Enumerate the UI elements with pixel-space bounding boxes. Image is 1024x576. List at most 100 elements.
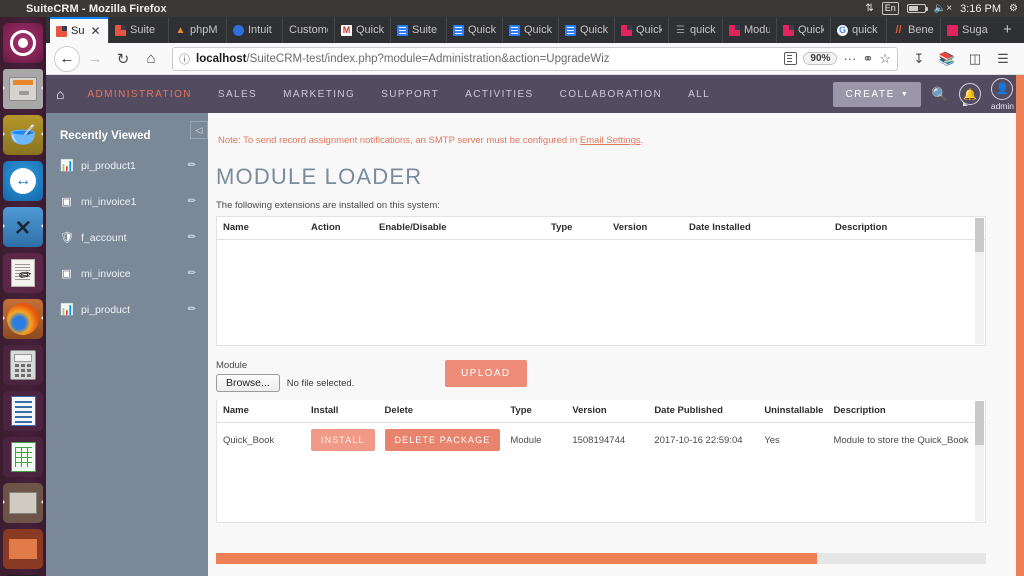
- site-info-icon[interactable]: ⓘ: [179, 51, 190, 67]
- home-icon[interactable]: ⌂: [138, 46, 164, 72]
- browser-tab[interactable]: Custome: [282, 17, 334, 43]
- home-icon[interactable]: ⌂: [56, 86, 64, 102]
- nav-item-administration[interactable]: ADMINISTRATION: [74, 89, 204, 100]
- pencil-icon[interactable]: ✏: [188, 268, 196, 279]
- col-version[interactable]: Version: [566, 400, 649, 423]
- hamburger-menu-icon[interactable]: ☰: [990, 46, 1016, 72]
- close-icon[interactable]: ✕: [90, 25, 100, 37]
- col-action[interactable]: Action: [305, 217, 373, 240]
- reload-icon[interactable]: ↻: [110, 46, 136, 72]
- browser-tab[interactable]: Quick: [614, 17, 668, 43]
- new-tab-button[interactable]: +: [996, 17, 1019, 43]
- vertical-scrollbar[interactable]: [975, 218, 984, 344]
- browser-tab[interactable]: Intuit: [226, 17, 282, 43]
- install-button[interactable]: INSTALL: [311, 429, 375, 451]
- browser-tab[interactable]: ☰ quick: [668, 17, 722, 43]
- nav-item-support[interactable]: SUPPORT: [368, 89, 452, 100]
- launcher-item-libreoffice-calc[interactable]: [3, 437, 43, 477]
- download-icon[interactable]: ↧: [906, 46, 932, 72]
- launcher-item-vscode[interactable]: ⨯: [3, 207, 43, 247]
- nav-item-sales[interactable]: SALES: [205, 89, 270, 100]
- col-name[interactable]: Name: [217, 217, 305, 240]
- browser-tab[interactable]: Quick: [446, 17, 502, 43]
- battery-icon[interactable]: [906, 4, 928, 13]
- browser-tab[interactable]: // Bene: [886, 17, 940, 43]
- launcher-item-orange-app[interactable]: [3, 529, 43, 569]
- launcher-item-calculator[interactable]: [3, 345, 43, 385]
- sidebar-icon[interactable]: ◫: [962, 46, 988, 72]
- nav-item-activities[interactable]: ACTIVITIES: [452, 89, 546, 100]
- horizontal-scrollbar-thumb[interactable]: [216, 553, 817, 564]
- pencil-icon[interactable]: ✏: [188, 196, 196, 207]
- col-type[interactable]: Type: [504, 400, 567, 423]
- col-description[interactable]: Description: [827, 400, 985, 423]
- browser-tab[interactable]: Quick: [776, 17, 830, 43]
- zoom-level-badge[interactable]: 90%: [803, 52, 838, 65]
- browser-tab[interactable]: Quick: [558, 17, 614, 43]
- browser-tab[interactable]: Suite: [108, 17, 168, 43]
- launcher-item-genymotion[interactable]: 🥣: [3, 115, 43, 155]
- delete-package-button[interactable]: DELETE PACKAGE: [384, 429, 501, 451]
- launcher-item-image-viewer[interactable]: [3, 483, 43, 523]
- col-type[interactable]: Type: [545, 217, 607, 240]
- email-settings-link[interactable]: Email Settings: [580, 135, 641, 146]
- volume-muted-icon[interactable]: 🔈×: [934, 3, 952, 14]
- launcher-item-files[interactable]: [3, 69, 43, 109]
- sidebar-collapse-button[interactable]: ◁: [190, 121, 208, 139]
- pencil-icon[interactable]: ✏: [188, 160, 196, 171]
- pencil-icon[interactable]: ✏: [188, 304, 196, 315]
- sidebar-item-f-account[interactable]: 🛡 f_account ✏: [46, 225, 208, 250]
- browser-tab[interactable]: Su ✕: [50, 17, 108, 43]
- upload-button[interactable]: UPLOAD: [445, 360, 527, 387]
- nav-item-marketing[interactable]: MARKETING: [270, 89, 368, 100]
- vertical-scrollbar[interactable]: [975, 401, 984, 521]
- browser-tab[interactable]: Quick: [334, 17, 390, 43]
- create-button[interactable]: CREATE ▼: [833, 81, 922, 107]
- clock[interactable]: 3:16 PM: [960, 3, 1001, 15]
- back-arrow-icon[interactable]: ←: [54, 45, 80, 72]
- launcher-item-ubuntu-dash[interactable]: [3, 23, 43, 63]
- table-row[interactable]: Quick_Book INSTALL DELETE PACKAGE Module…: [217, 423, 985, 458]
- browser-tab[interactable]: Quick: [502, 17, 558, 43]
- pencil-icon[interactable]: ✏: [188, 232, 196, 243]
- col-version[interactable]: Version: [607, 217, 683, 240]
- launcher-item-teamviewer[interactable]: ↔: [3, 161, 43, 201]
- gear-icon[interactable]: ⚙: [1009, 3, 1018, 14]
- horizontal-scrollbar[interactable]: [216, 553, 986, 564]
- nav-item-all[interactable]: ALL: [675, 89, 723, 100]
- keyboard-layout-indicator[interactable]: En: [881, 2, 899, 15]
- sidebar-item-mi-invoice[interactable]: ▣ mi_invoice ✏: [46, 261, 208, 286]
- reader-view-icon[interactable]: [784, 52, 798, 65]
- col-install[interactable]: Install: [305, 400, 379, 423]
- col-uninstallable[interactable]: Uninstallable: [758, 400, 828, 423]
- col-date-published[interactable]: Date Published: [648, 400, 759, 423]
- launcher-item-text-editor[interactable]: ✏: [3, 253, 43, 293]
- col-delete[interactable]: Delete: [378, 400, 505, 423]
- browser-tab[interactable]: quick: [830, 17, 886, 43]
- page-actions-icon[interactable]: ···: [843, 51, 856, 66]
- col-name[interactable]: Name: [217, 400, 305, 423]
- sidebar-item-pi-product1[interactable]: 📊 pi_product1 ✏: [46, 153, 208, 178]
- nav-item-collaboration[interactable]: COLLABORATION: [547, 89, 675, 100]
- launcher-item-libreoffice-writer[interactable]: [3, 391, 43, 431]
- col-enable-disable[interactable]: Enable/Disable: [373, 217, 545, 240]
- sidebar-item-mi-invoice1[interactable]: ▣ mi_invoice1 ✏: [46, 189, 208, 214]
- browser-tab[interactable]: Modu: [722, 17, 776, 43]
- col-description[interactable]: Description: [829, 217, 985, 240]
- forward-arrow-icon[interactable]: →: [82, 46, 108, 72]
- browser-tab[interactable]: ▲ phpM: [168, 17, 226, 43]
- pocket-icon[interactable]: ⚭: [862, 51, 873, 67]
- browser-tab[interactable]: Suga: [940, 17, 996, 43]
- col-date-installed[interactable]: Date Installed: [683, 217, 829, 240]
- library-icon[interactable]: 📚: [934, 46, 960, 72]
- star-icon[interactable]: ☆: [879, 51, 891, 67]
- bell-icon[interactable]: 🔔: [958, 83, 981, 106]
- browser-tab[interactable]: Suite: [390, 17, 446, 43]
- browse-button[interactable]: Browse...: [216, 374, 280, 392]
- launcher-item-firefox[interactable]: [3, 299, 43, 339]
- search-icon[interactable]: 🔍: [931, 86, 948, 103]
- avatar[interactable]: 👤 admin: [991, 77, 1014, 111]
- network-updown-icon[interactable]: ⇅: [865, 3, 873, 14]
- sidebar-item-pi-product[interactable]: 📊 pi_product ✏: [46, 297, 208, 322]
- url-bar[interactable]: ⓘ localhost/SuiteCRM-test/index.php?modu…: [172, 46, 898, 71]
